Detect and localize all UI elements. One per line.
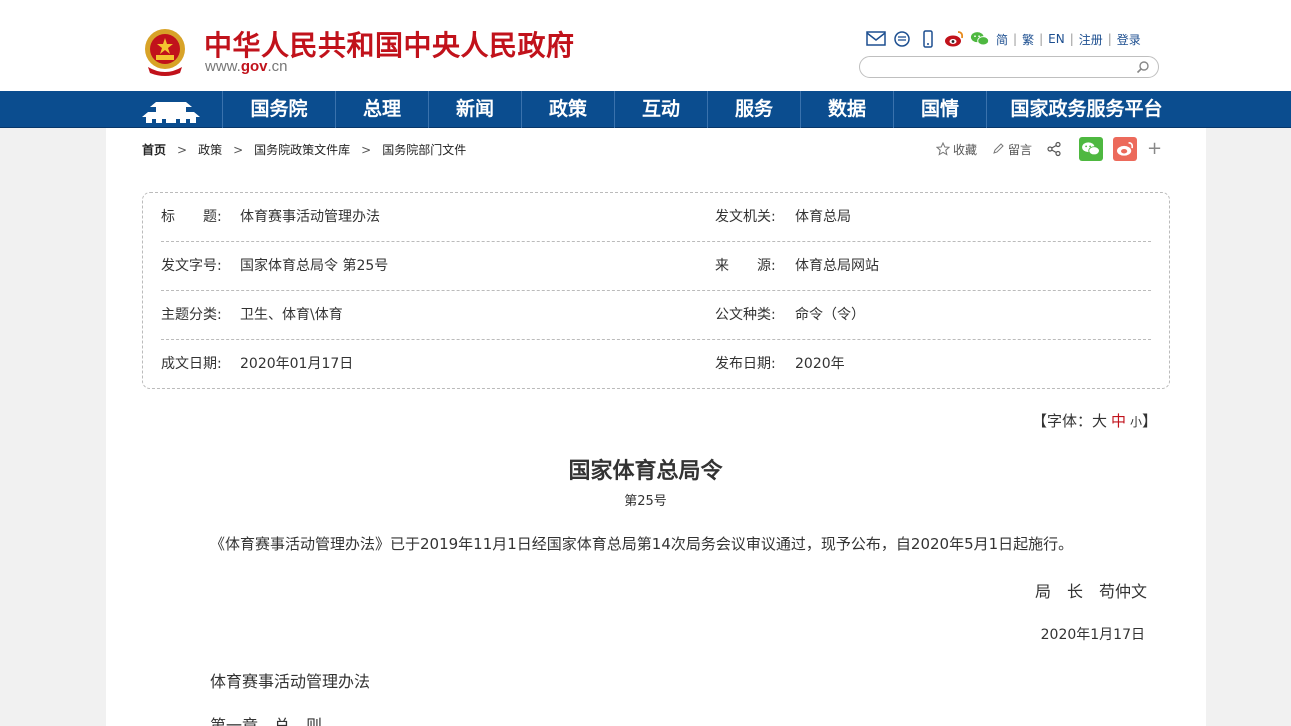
wechat-icon[interactable] <box>970 30 990 48</box>
chevron-right-icon: > <box>361 142 372 157</box>
font-size-medium[interactable]: 中 <box>1111 412 1126 430</box>
font-size-prefix: 【字体： <box>1032 412 1093 430</box>
separator: | <box>1107 32 1112 46</box>
share-weibo-button[interactable] <box>1113 137 1138 161</box>
publish-date-label: 发布日期: <box>715 356 776 372</box>
message-icon[interactable] <box>892 30 912 48</box>
document-paragraph: 《体育赛事活动管理办法》已于2019年11月1日经国家体育总局第14次局务会议审… <box>210 535 1074 553</box>
comment-button[interactable]: 留言 <box>991 141 1032 158</box>
weibo-icon <box>1117 141 1134 156</box>
separator: | <box>1039 32 1044 46</box>
doc-type-value: 命令（令） <box>795 307 865 323</box>
breadcrumb-home[interactable]: 首页 <box>142 141 166 158</box>
nav-item-policy[interactable]: 政策 <box>521 91 614 128</box>
document-subtitle: 体育赛事活动管理办法 <box>210 672 371 691</box>
header-toolbar: 简 | 繁 | EN | 注册 | 登录 <box>866 29 1141 49</box>
search-input[interactable] <box>870 58 1140 78</box>
lang-traditional[interactable]: 繁 <box>1022 31 1034 48</box>
nav-item-services[interactable]: 服务 <box>707 91 800 128</box>
issuer-value: 体育总局 <box>795 209 851 225</box>
font-size-suffix: 】 <box>1142 412 1158 430</box>
info-row: 标 题: 体育赛事活动管理办法 发文机关: 体育总局 <box>161 193 1151 242</box>
more-share-button[interactable]: + <box>1147 140 1162 158</box>
share-icon <box>1047 141 1061 157</box>
main-nav: 国务院 总理 新闻 政策 互动 服务 数据 国情 国家政务服务平台 <box>0 91 1291 128</box>
nav-item-interaction[interactable]: 互动 <box>614 91 707 128</box>
nav-item-premier[interactable]: 总理 <box>335 91 428 128</box>
lang-english[interactable]: EN <box>1048 32 1065 46</box>
font-size-large[interactable]: 大 <box>1092 412 1107 430</box>
issuer-label: 发文机关: <box>715 209 776 225</box>
site-header: 中华人民共和国中央人民政府 www.gov.cn 简 | 繁 | EN | 注册… <box>0 0 1291 91</box>
font-size-small[interactable]: 小 <box>1130 415 1142 429</box>
nav-item-state-council[interactable]: 国务院 <box>222 91 335 128</box>
font-size-switcher: 【字体：大中小】 <box>1032 410 1157 431</box>
wechat-icon <box>1082 142 1100 156</box>
register-link[interactable]: 注册 <box>1079 31 1103 48</box>
info-row: 成文日期: 2020年01月17日 发布日期: 2020年 <box>161 340 1151 389</box>
nav-item-data[interactable]: 数据 <box>800 91 893 128</box>
login-link[interactable]: 登录 <box>1117 31 1141 48</box>
star-icon <box>936 142 950 156</box>
category-value: 卫生、体育\体育 <box>240 307 343 323</box>
share-button[interactable] <box>1046 141 1065 157</box>
written-date-label: 成文日期: <box>161 356 222 372</box>
breadcrumb-policy[interactable]: 政策 <box>198 141 222 158</box>
chevron-right-icon: > <box>233 142 244 157</box>
doc-number-value: 国家体育总局令 第25号 <box>240 258 389 274</box>
document-signature: 局 长 苟仲文 <box>1034 582 1147 601</box>
domain-gov: gov <box>240 58 268 75</box>
breadcrumb-policy-library[interactable]: 国务院政策文件库 <box>254 141 350 158</box>
mobile-icon[interactable] <box>918 30 938 48</box>
mail-icon[interactable] <box>866 30 886 48</box>
category-label: 主题分类: <box>161 307 222 323</box>
weibo-icon[interactable] <box>944 30 964 48</box>
tiananmen-home-icon[interactable] <box>140 94 202 126</box>
domain-prefix: www. <box>205 58 241 75</box>
chapter-heading: 第一章 总 则 <box>210 716 323 726</box>
source-value: 体育总局网站 <box>795 258 879 274</box>
nav-item-news[interactable]: 新闻 <box>428 91 521 128</box>
separator: | <box>1069 32 1074 46</box>
chevron-right-icon: > <box>177 142 188 157</box>
comment-label: 留言 <box>1008 142 1033 157</box>
title-value: 体育赛事活动管理办法 <box>240 209 380 225</box>
favorite-label: 收藏 <box>953 142 978 157</box>
domain-suffix: .cn <box>267 58 288 75</box>
pencil-icon <box>993 143 1004 154</box>
source-label: 来 源: <box>715 258 776 274</box>
written-date-value: 2020年01月17日 <box>240 356 354 372</box>
document-date: 2020年1月17日 <box>1040 627 1145 643</box>
nav-item-national-info[interactable]: 国情 <box>893 91 986 128</box>
nav-items: 国务院 总理 新闻 政策 互动 服务 数据 国情 国家政务服务平台 <box>222 91 1186 128</box>
breadcrumb-department-docs[interactable]: 国务院部门文件 <box>382 141 466 158</box>
document-number: 第25号 <box>624 494 667 509</box>
share-tools: 收藏 留言 + <box>936 137 1162 161</box>
search-box <box>859 56 1159 78</box>
favorite-button[interactable]: 收藏 <box>936 141 977 158</box>
separator: | <box>1013 32 1018 46</box>
nav-item-service-platform[interactable]: 国家政务服务平台 <box>986 91 1186 128</box>
site-domain: www.gov.cn <box>205 58 288 75</box>
doc-number-label: 发文字号: <box>161 258 222 274</box>
info-row: 发文字号: 国家体育总局令 第25号 来 源: 体育总局网站 <box>161 242 1151 291</box>
lang-simplified[interactable]: 简 <box>996 31 1008 48</box>
title-label: 标 题: <box>161 209 222 225</box>
search-icon[interactable] <box>1136 60 1150 74</box>
breadcrumb: 首页 > 政策 > 国务院政策文件库 > 国务院部门文件 <box>142 141 466 158</box>
share-wechat-button[interactable] <box>1079 137 1104 161</box>
publish-date-value: 2020年 <box>795 356 845 372</box>
national-emblem-icon[interactable] <box>142 27 188 77</box>
document-info-table: 标 题: 体育赛事活动管理办法 发文机关: 体育总局 发文字号: 国家体育总局令… <box>142 192 1170 389</box>
doc-type-label: 公文种类: <box>715 307 776 323</box>
document-title: 国家体育总局令 <box>568 458 723 484</box>
info-row: 主题分类: 卫生、体育\体育 公文种类: 命令（令） <box>161 291 1151 340</box>
